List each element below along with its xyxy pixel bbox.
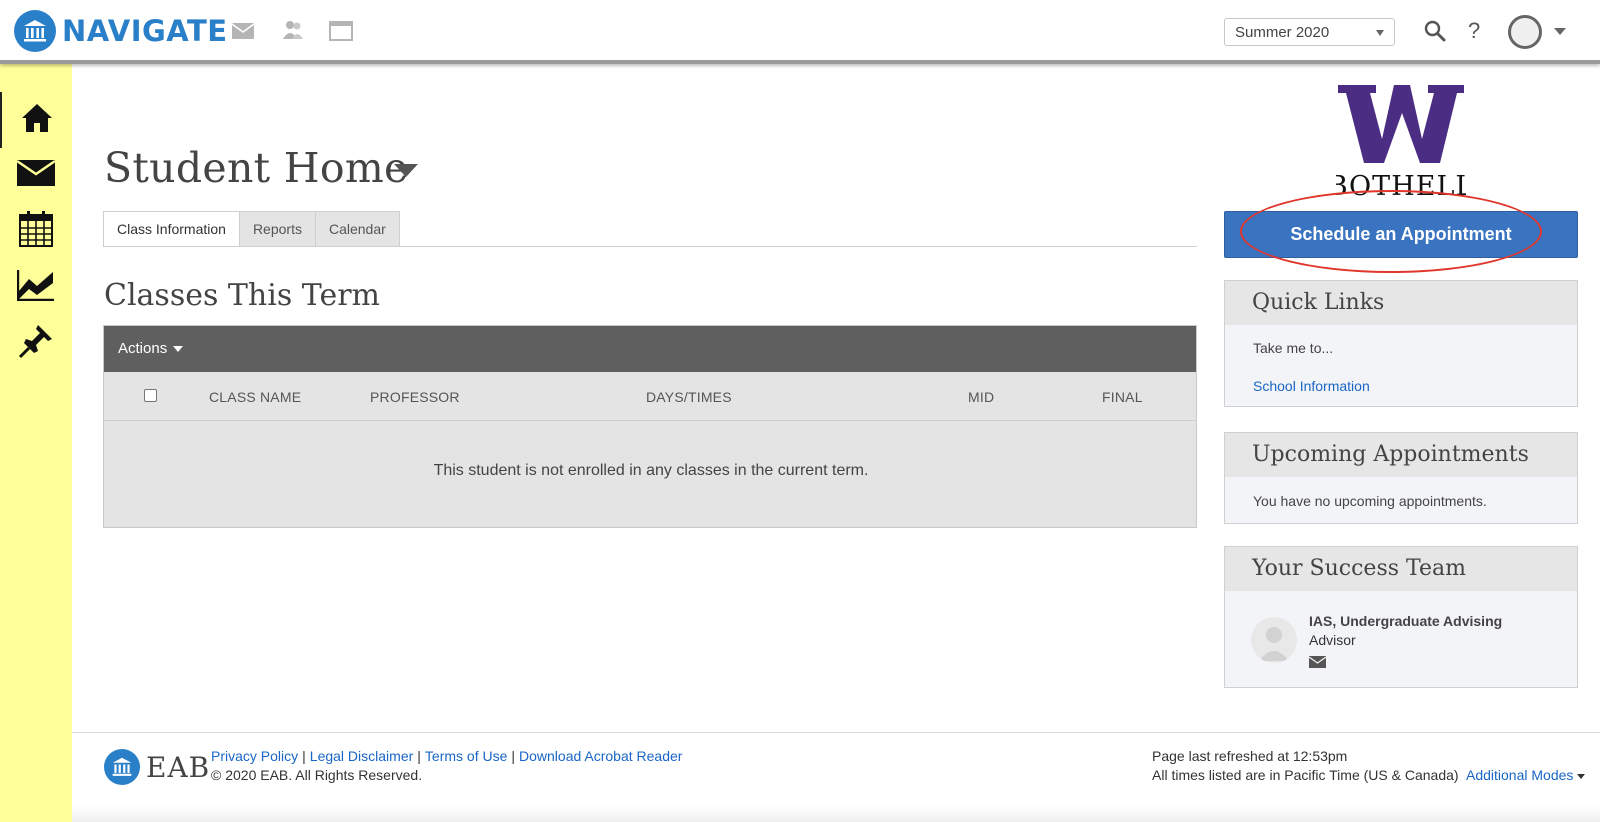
column-header-class-name[interactable]: CLASS NAME bbox=[209, 389, 301, 405]
term-select-value: Summer 2020 bbox=[1235, 24, 1330, 41]
empty-table-message: This student is not enrolled in any clas… bbox=[433, 462, 869, 479]
footer-links: Privacy Policy | Legal Disclaimer | Terms of… bbox=[211, 748, 682, 764]
actions-dropdown[interactable]: Actions bbox=[104, 326, 1196, 372]
advisor-name[interactable]: IAS, Undergraduate Advising bbox=[1309, 613, 1502, 629]
top-navigation-bar: NAVIGATE Summer 2020 ? bbox=[0, 0, 1600, 64]
terms-of-use-link[interactable]: Terms of Use bbox=[425, 748, 507, 764]
sidebar-item-calendar[interactable] bbox=[0, 203, 72, 259]
column-header-mid[interactable]: MID bbox=[968, 389, 994, 405]
school-logo-caption: BOTHELL bbox=[1336, 171, 1466, 197]
mail-icon bbox=[16, 159, 56, 191]
sidebar bbox=[0, 64, 72, 822]
person-icon bbox=[1259, 627, 1289, 661]
page-title: Student Home bbox=[104, 144, 409, 192]
section-title: Classes This Term bbox=[104, 278, 380, 313]
success-team-title: Your Success Team bbox=[1225, 547, 1577, 591]
last-refreshed: Page last refreshed at 12:53pm bbox=[1152, 748, 1348, 764]
calendar-icon bbox=[19, 210, 53, 252]
footer-separator: | bbox=[417, 748, 421, 764]
timezone-note: All times listed are in Pacific Time (US… bbox=[1152, 767, 1459, 783]
institution-icon bbox=[14, 10, 56, 52]
search-icon[interactable] bbox=[1424, 20, 1446, 47]
home-icon bbox=[20, 101, 54, 140]
table-header: CLASS NAME PROFESSOR DAYS/TIMES MID FINA… bbox=[104, 372, 1196, 421]
sidebar-item-messages[interactable] bbox=[0, 147, 72, 203]
upcoming-appointments-title: Upcoming Appointments bbox=[1225, 433, 1577, 477]
copyright: © 2020 EAB. All Rights Reserved. bbox=[211, 767, 423, 783]
tab-calendar[interactable]: Calendar bbox=[314, 211, 400, 247]
additional-modes-label: Additional Modes bbox=[1466, 767, 1574, 783]
institution-icon bbox=[104, 749, 140, 785]
no-appointments-message: You have no upcoming appointments. bbox=[1253, 493, 1487, 509]
chart-icon bbox=[16, 269, 55, 306]
upcoming-appointments-panel: Upcoming Appointments You have no upcomi… bbox=[1224, 432, 1578, 524]
actions-label: Actions bbox=[118, 340, 168, 357]
quick-links-intro: Take me to... bbox=[1253, 340, 1334, 356]
additional-modes-dropdown[interactable]: Additional Modes bbox=[1466, 767, 1586, 783]
privacy-policy-link[interactable]: Privacy Policy bbox=[211, 748, 298, 764]
eab-logo: EAB bbox=[104, 749, 210, 785]
classes-table: Actions CLASS NAME PROFESSOR DAYS/TIMES … bbox=[103, 325, 1197, 528]
navigate-logo[interactable]: NAVIGATE bbox=[14, 10, 228, 52]
chevron-down-icon bbox=[1577, 773, 1586, 779]
page-menu-chevron-icon[interactable] bbox=[394, 164, 418, 177]
column-header-final[interactable]: FINAL bbox=[1102, 389, 1143, 405]
sidebar-item-home[interactable] bbox=[0, 92, 72, 148]
chevron-down-icon bbox=[1376, 30, 1384, 36]
mail-icon[interactable] bbox=[1308, 655, 1327, 671]
tab-divider bbox=[103, 246, 1197, 247]
term-select[interactable]: Summer 2020 bbox=[1224, 18, 1395, 46]
success-team-panel: Your Success Team IAS, Undergraduate Adv… bbox=[1224, 546, 1578, 688]
tab-reports[interactable]: Reports bbox=[238, 211, 316, 247]
schedule-appointment-button[interactable]: Schedule an Appointment bbox=[1224, 211, 1578, 258]
app-name: NAVIGATE bbox=[62, 14, 228, 48]
eab-brand: EAB bbox=[146, 750, 211, 784]
download-acrobat-link[interactable]: Download Acrobat Reader bbox=[519, 748, 682, 764]
quick-links-title: Quick Links bbox=[1225, 281, 1577, 325]
user-menu-chevron-icon[interactable] bbox=[1554, 28, 1566, 35]
select-all-checkbox[interactable] bbox=[144, 389, 157, 402]
footer-separator: | bbox=[511, 748, 516, 764]
sidebar-item-reports[interactable] bbox=[0, 259, 72, 315]
tab-class-information[interactable]: Class Information bbox=[103, 211, 240, 247]
quick-links-panel: Quick Links Take me to... School Informa… bbox=[1224, 280, 1578, 407]
advisor-role: Advisor bbox=[1309, 632, 1356, 648]
help-icon[interactable]: ? bbox=[1468, 18, 1480, 44]
tab-bar: Class Information Reports Calendar bbox=[103, 211, 400, 247]
footer-separator: | bbox=[302, 748, 306, 764]
advisor-avatar bbox=[1251, 617, 1297, 663]
school-information-link[interactable]: School Information bbox=[1253, 378, 1549, 394]
column-header-professor[interactable]: PROFESSOR bbox=[370, 389, 460, 405]
column-header-days-times[interactable]: DAYS/TIMES bbox=[646, 389, 732, 405]
sidebar-item-pin[interactable] bbox=[0, 315, 72, 371]
pin-icon bbox=[18, 323, 54, 364]
window-icon[interactable] bbox=[329, 21, 353, 46]
legal-disclaimer-link[interactable]: Legal Disclaimer bbox=[310, 748, 413, 764]
chevron-down-icon bbox=[173, 346, 184, 353]
school-logo: BOTHELL bbox=[1328, 85, 1473, 202]
mail-icon[interactable] bbox=[231, 23, 255, 44]
footer-shadow bbox=[72, 805, 1600, 822]
people-icon[interactable] bbox=[282, 19, 304, 46]
avatar[interactable] bbox=[1508, 15, 1542, 49]
